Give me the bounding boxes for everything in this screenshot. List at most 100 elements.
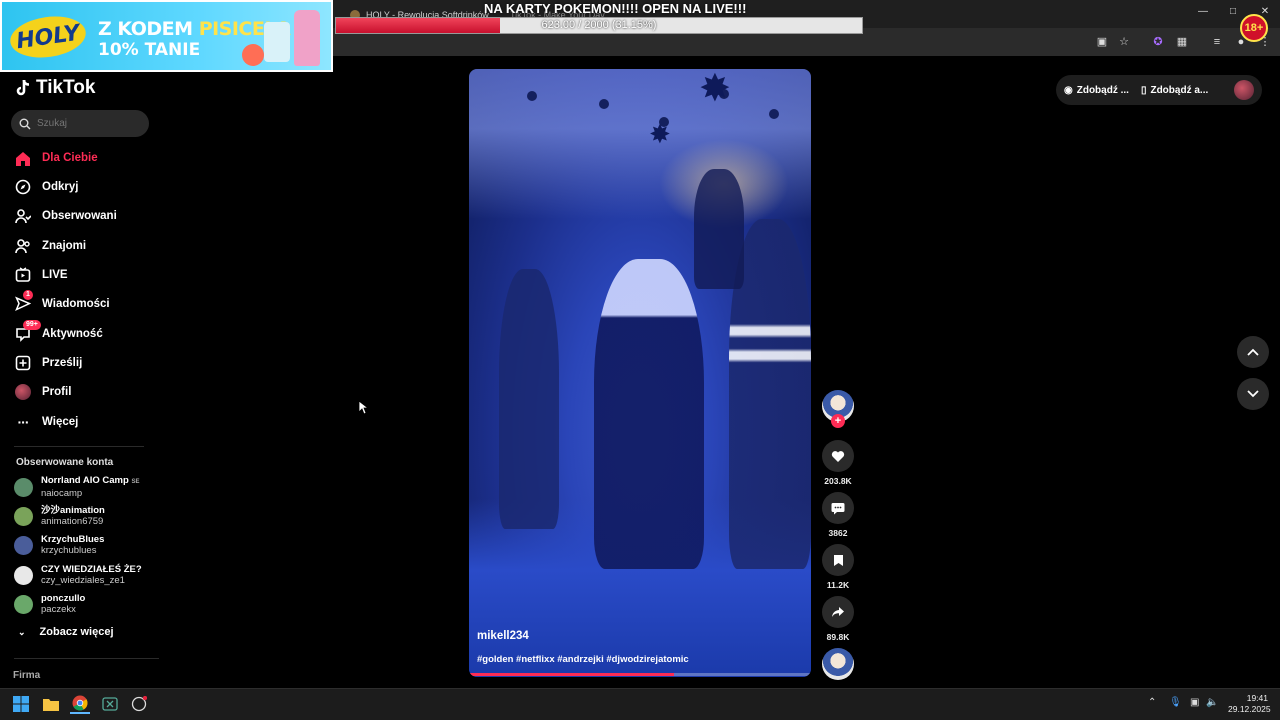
- windows-start-icon[interactable]: [11, 694, 31, 714]
- live-icon: [14, 266, 32, 284]
- sidebar-item-live[interactable]: LIVE: [14, 264, 68, 286]
- sidebar-item-aktywność[interactable]: 99+ Aktywność: [14, 320, 103, 345]
- sidebar-item-dla-ciebie[interactable]: Dla Ciebie: [14, 147, 98, 169]
- save-count: 11.2K: [826, 580, 850, 590]
- account-avatar: [14, 477, 33, 497]
- account-name: KrzychuBlues: [41, 534, 105, 545]
- get-app-button[interactable]: ▯ Zdobądź a...: [1141, 85, 1208, 96]
- save-button[interactable]: [822, 544, 854, 576]
- next-video-button[interactable]: [1237, 378, 1269, 410]
- sound-avatar[interactable]: [822, 648, 854, 680]
- microphone-icon[interactable]: 🎙: [1169, 697, 1182, 708]
- network-icon[interactable]: ▣: [1190, 697, 1199, 708]
- account-handle: animation6759: [41, 516, 104, 527]
- followed-account-item[interactable]: ponczullo paczekx: [14, 591, 85, 617]
- sidebar-item-prześlij[interactable]: Prześlij: [14, 352, 82, 374]
- account-names: KrzychuBlues krzychublues: [41, 534, 104, 556]
- product-can-image: [264, 22, 290, 62]
- followed-account-item[interactable]: CZY WIEDZIAŁEŚ ŻE? czy_wiedziales_ze1: [14, 562, 142, 588]
- xbox-app-icon[interactable]: [100, 694, 120, 714]
- sidebar-item-label: Prześlij: [42, 357, 83, 369]
- like-button[interactable]: [822, 440, 854, 472]
- maximize-icon[interactable]: □: [1218, 6, 1248, 17]
- video-progress-fill: [469, 673, 675, 676]
- followed-account-item[interactable]: KrzychuBlues krzychublues: [14, 532, 104, 558]
- account-avatar: [14, 594, 33, 614]
- cast-icon[interactable]: ▣: [1094, 34, 1110, 50]
- video-player[interactable]: ✸ ✸ mikell234 #golden #netflixx #andrzej…: [469, 69, 811, 677]
- sidebar-item-profil[interactable]: Profil: [14, 381, 71, 403]
- bookmark-star-icon[interactable]: ☆: [1116, 34, 1132, 50]
- tiktok-note-icon: [16, 79, 30, 96]
- chrome-taskbar-icon[interactable]: [70, 694, 90, 714]
- taskbar-clock[interactable]: 19:41 29.12.2025: [1228, 693, 1271, 715]
- balloon-decoration: [599, 99, 609, 109]
- share-button[interactable]: [822, 596, 854, 628]
- windows-taskbar: [0, 688, 1280, 720]
- followed-accounts-heading: Obserwowane konta: [16, 457, 114, 468]
- dancer-girl-figure: [594, 259, 704, 569]
- follow-plus-icon[interactable]: +: [831, 414, 845, 428]
- followed-account-item[interactable]: 沙沙animation animation6759: [14, 503, 105, 529]
- footer-section-firma[interactable]: Firma: [13, 670, 40, 681]
- get-coins-button[interactable]: ◉ Zdobądź ...: [1064, 85, 1129, 96]
- search-input[interactable]: [37, 118, 137, 129]
- account-name: 沙沙animation: [41, 505, 105, 516]
- search-box[interactable]: [11, 110, 149, 137]
- profile-avatar: [14, 383, 32, 401]
- account-name: CZY WIEDZIAŁEŚ ŻE?: [41, 564, 142, 575]
- search-icon: [19, 118, 31, 129]
- sidebar-item-label: Profil: [42, 386, 72, 398]
- account-name-suffix: SE: [131, 479, 140, 485]
- sidebar-item-label: Znajomi: [42, 240, 87, 252]
- chevron-down-icon: [1247, 390, 1259, 398]
- get-app-bar: ◉ Zdobądź ... ▯ Zdobądź a...: [1056, 75, 1262, 105]
- balloon-decoration: [769, 109, 779, 119]
- send-icon: 1: [14, 290, 33, 313]
- previous-video-button[interactable]: [1237, 336, 1269, 368]
- holy-logo: HOLY: [7, 11, 89, 63]
- extension-purple-icon[interactable]: ✪: [1150, 34, 1166, 50]
- comment-button[interactable]: [822, 492, 854, 524]
- chevron-down-icon: ⌄: [18, 626, 26, 637]
- account-name: Norrland AIO Camp SE: [41, 475, 140, 486]
- notification-badge: 99+: [23, 320, 41, 330]
- home-icon: [14, 149, 32, 167]
- video-hashtags[interactable]: #golden #netflixx #andrzejki #djwodzirej…: [477, 654, 689, 665]
- stream-title: NA KARTY POKEMON!!!! OPEN NA LIVE!!!: [484, 1, 747, 16]
- donation-goal-bar: 623.00 / 2000 (31.15%): [335, 17, 863, 34]
- video-username[interactable]: mikell234: [477, 630, 529, 642]
- sidebar-divider-2: [14, 658, 159, 659]
- upload-icon: [14, 354, 32, 372]
- user-avatar[interactable]: [1234, 80, 1254, 100]
- sidebar-item-odkryj[interactable]: Odkryj: [14, 176, 78, 198]
- file-explorer-icon[interactable]: [41, 694, 61, 714]
- followed-account-item[interactable]: Norrland AIO Camp SE naiocamp: [14, 474, 139, 500]
- account-avatar: [14, 535, 33, 555]
- sidebar-item-label: Odkryj: [42, 181, 79, 193]
- see-more-button[interactable]: ⌄ Zobacz więcej: [18, 626, 114, 638]
- volume-icon[interactable]: 🔈: [1206, 697, 1218, 708]
- minimize-icon[interactable]: —: [1188, 6, 1218, 17]
- balloon-decoration: [527, 91, 537, 101]
- media-queue-icon[interactable]: ≡: [1209, 34, 1225, 50]
- tray-chevron-up-icon[interactable]: ⌃: [1148, 697, 1156, 708]
- sidebar-item-label: Aktywność: [42, 328, 103, 340]
- donation-goal-text: 623.00 / 2000 (31.15%): [541, 19, 657, 31]
- sidebar-item-label: LIVE: [42, 269, 68, 281]
- heart-icon: [831, 450, 845, 462]
- friends-icon: [14, 237, 32, 255]
- inbox-icon: 99+: [14, 320, 41, 343]
- tiktok-logo[interactable]: TikTok: [16, 77, 95, 99]
- user-follow-icon: [14, 207, 32, 225]
- obs-icon: [131, 696, 147, 712]
- account-avatar: [14, 565, 33, 585]
- share-arrow-icon: [832, 607, 844, 617]
- sidebar-item-znajomi[interactable]: Znajomi: [14, 235, 86, 257]
- sidebar-item-więcej[interactable]: ··· Więcej: [14, 411, 79, 433]
- obs-app-icon[interactable]: [129, 694, 149, 714]
- sidebar-item-obserwowani[interactable]: Obserwowani: [14, 205, 117, 227]
- sidebar-item-wiadomości[interactable]: 1 Wiadomości: [14, 290, 110, 315]
- extensions-puzzle-icon[interactable]: ▦: [1174, 34, 1190, 50]
- comment-icon: [831, 502, 845, 514]
